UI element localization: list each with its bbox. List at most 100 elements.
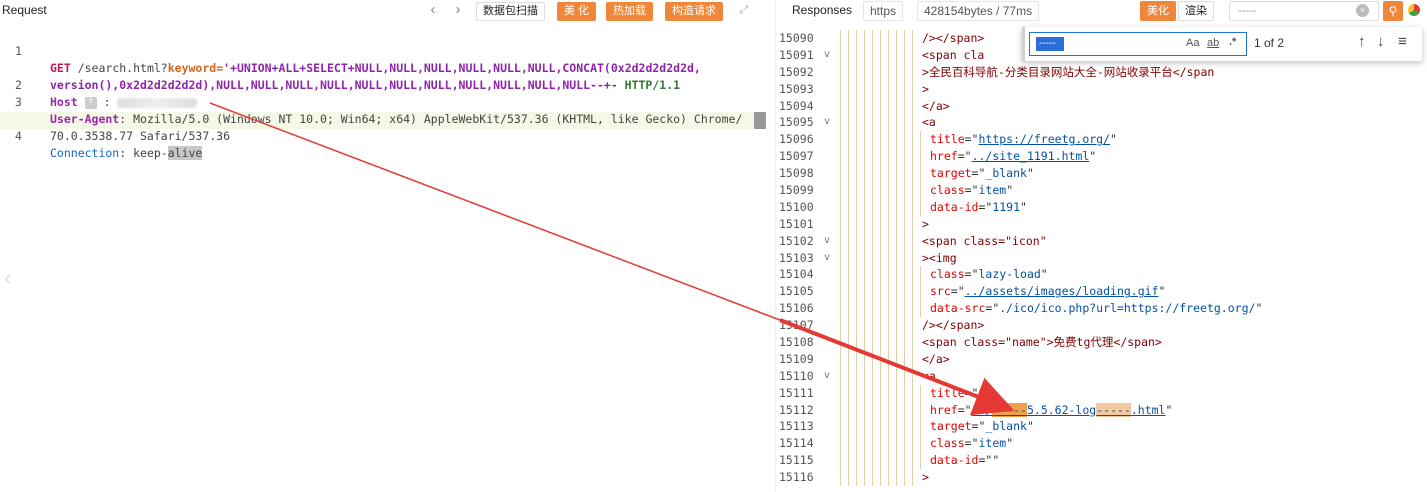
code-text: data-id="1191" [930,199,1027,214]
beautify-button[interactable]: 美 化 [557,2,597,21]
attr-name: target [930,166,972,181]
regex-toggle[interactable]: .* [1229,36,1236,48]
markup-text: /></span> [922,31,985,45]
line-number: 15094 [779,98,814,113]
code-text: data-id="" [930,453,1000,468]
code-text: target="_blank" [930,419,1034,434]
search-icon[interactable]: ⚲ [1383,1,1403,21]
hot-load-button[interactable]: 热加载 [606,2,653,21]
packet-scan-button[interactable]: 数据包扫描 [476,2,545,21]
request-title: Request [2,3,47,17]
attr-value[interactable]: ../assets/images/loading.gif [965,284,1159,298]
line-number: 15116 [779,470,814,485]
line-number: 15098 [779,166,814,181]
attr-value[interactable]: ../site_1191.html [972,149,1090,163]
header-value-user-agent-cont: 70.0.3538.77 Safari/537.36 [50,129,231,143]
search-match: ----- [1096,402,1131,417]
line-number: 15099 [779,183,814,198]
fold-chevron-icon[interactable]: v [824,114,830,131]
browser-icon[interactable] [1408,4,1420,16]
size-time-tag: 428154bytes / 77ms [917,1,1040,21]
response-editor[interactable]: 15090 /></span> 15091 v <span cla 15092 >全民百科导… [776,30,1427,487]
markup-text: <a [922,115,936,130]
line-number: 15114 [779,436,814,451]
line-number: 15104 [779,267,814,282]
code-text: > [922,216,929,233]
attr-value: item [978,183,1007,198]
attr-name: title [930,132,965,147]
attr-name: href [930,149,958,164]
response-pane: Responses https 428154bytes / 77ms 美化 渲染… [775,0,1427,492]
request-toolbar: Request ‹ › 数据包扫描 美 化 热加载 构造请求 ⤢ [0,0,770,22]
arrow-down-icon[interactable]: ↓ [1377,33,1385,50]
find-query: ----- [1036,37,1064,51]
request-line: 70.0.3538.77 Safari/537.36 [0,94,770,143]
attr-name: data-id [930,199,979,214]
chevron-left-icon[interactable]: ‹ [4,265,11,291]
request-line: 3 User-Agent: Mozilla/5.0 (Windows NT 10… [0,77,770,126]
match-count: 1 of 2 [1254,36,1285,50]
href-prefix: ../ [971,402,993,417]
response-line: 15112 href="../-----5.5.62-log-----.html" [776,401,1427,419]
markup-text: </a> [922,98,950,113]
request-line: 2 Host ? : [0,60,770,109]
line-number: 15109 [779,351,814,366]
response-line: 15110 v <a [776,367,1427,385]
fold-chevron-icon[interactable]: v [824,47,830,64]
markup-text: > [922,470,929,485]
attr-value: item [978,436,1007,451]
response-line: 15114 class="item" [776,435,1427,453]
code-text: href="../-----5.5.62-log-----.html" [930,402,1173,417]
match-case-toggle[interactable]: Aa [1186,37,1199,49]
markup-text: ><img [922,250,957,265]
find-input[interactable]: ----- Aa ab .* [1029,32,1247,56]
render-button[interactable]: 渲染 [1178,1,1214,21]
fold-chevron-icon[interactable]: v [824,233,830,250]
whole-word-toggle[interactable]: ab [1207,37,1219,49]
markup-text: /></span> [922,318,985,333]
prev-arrow-icon[interactable]: ‹ [424,1,442,19]
attr-value: ./ico/ico.php?url=https://freetg.org/ [999,301,1256,316]
selected-text: alive [167,146,203,160]
markup-text: > [922,216,929,231]
fold-chevron-icon[interactable]: v [824,368,830,385]
arrow-up-icon[interactable]: ↑ [1358,33,1366,50]
request-editor[interactable]: 1 GET /search.html?keyword='+UNION+ALL+S… [0,26,770,160]
line-number: 15095 [779,115,814,130]
line-number: 15110 [779,368,814,383]
markup-text: <a [922,368,936,383]
attr-value[interactable]: https://freetg.org/ [978,132,1110,146]
code-text: /></span> [922,30,984,47]
response-line: 15116 > [776,469,1427,487]
fold-chevron-icon[interactable]: v [824,250,830,267]
response-line: 15108 <span class="name">免费tg代理</span> [776,334,1427,351]
search-match-current: ----- [992,402,1027,417]
line-number: 15106 [779,301,814,316]
href-link[interactable]: ../-----5.5.62-log-----.html [971,402,1165,417]
line-number: 15112 [779,402,814,417]
code-text: /></span> [922,317,984,334]
code-text: data-src="./ico/ico.php?url=https://free… [930,301,1263,316]
line-number: 15093 [779,81,814,96]
attr-value: 1191 [992,199,1021,214]
code-text: > [922,81,929,98]
menu-icon[interactable]: ≡ [1398,33,1407,50]
header-key-connection: Connection [50,146,120,160]
response-beautify-button[interactable]: 美化 [1140,1,1176,21]
expand-icon[interactable]: ⤢ [737,3,751,17]
request-line: 4 Connection: keep-alive [0,111,770,160]
response-line: 15107 /></span> [776,317,1427,335]
markup-text: </a> [922,351,950,366]
response-line: 15095 v <a [776,114,1427,132]
next-arrow-icon[interactable]: › [449,1,467,19]
code-text: >全民百科导航-分类目录网站大全-网站收录平台</span [922,64,1214,81]
clear-icon[interactable]: × [1356,4,1369,17]
line-number: 4 [15,129,22,143]
line-number: 15108 [779,335,814,350]
request-pane: Request ‹ › 数据包扫描 美 化 热加载 构造请求 ⤢ 1 GET /… [0,0,770,492]
build-request-button[interactable]: 构造请求 [665,2,723,21]
attr-name: data-id [930,453,979,468]
response-title: Responses [792,3,853,17]
response-line: 15109 </a> [776,350,1427,368]
code-text: ><img [922,250,957,267]
